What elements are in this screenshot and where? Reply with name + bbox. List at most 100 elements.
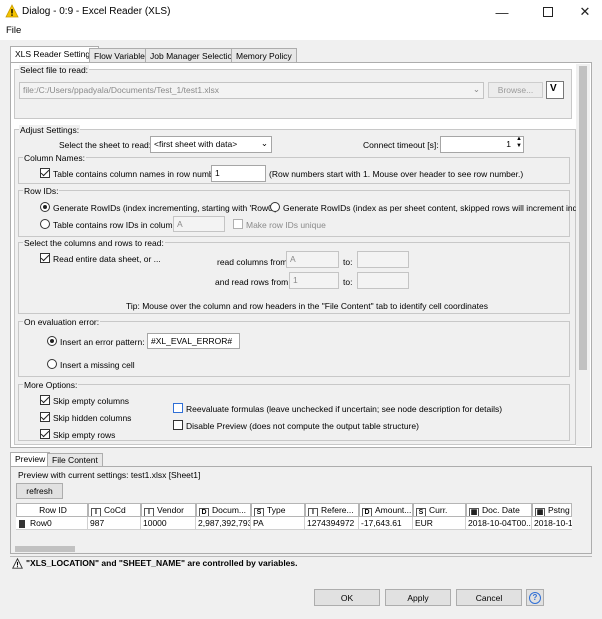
variable-icon: V bbox=[550, 83, 557, 94]
adjust-settings-label: Adjust Settings: bbox=[19, 125, 81, 135]
tab-preview[interactable]: Preview bbox=[10, 452, 51, 466]
integer-type-icon: I bbox=[144, 508, 154, 516]
tab-memory-policy[interactable]: Memory Policy bbox=[231, 48, 297, 63]
integer-type-icon: I bbox=[91, 508, 101, 516]
tab-xls-reader-settings[interactable]: XLS Reader Settings bbox=[10, 46, 100, 63]
tab-file-content[interactable]: File Content bbox=[47, 453, 103, 467]
skip-empty-rows-label: Skip empty rows bbox=[53, 430, 116, 440]
error-pattern-radio[interactable] bbox=[47, 336, 57, 346]
select-file-label: Select file to read: bbox=[19, 65, 90, 75]
menu-bar: File bbox=[0, 24, 602, 40]
file-path-combo[interactable]: file:/C:/Users/ppadyala/Documents/Test_1… bbox=[19, 82, 484, 99]
chevron-down-icon: ⌄ bbox=[472, 84, 480, 94]
column-header-rowid[interactable]: Row ID bbox=[16, 503, 88, 517]
scrollbar-thumb[interactable] bbox=[579, 66, 587, 370]
column-header-posting[interactable]: ▦ Pstng bbox=[532, 503, 572, 517]
column-header-document[interactable]: D Docum... bbox=[196, 503, 251, 517]
row-ids-label: Row IDs: bbox=[23, 186, 60, 196]
close-button[interactable]: ✕ bbox=[565, 0, 602, 24]
help-button[interactable]: ? bbox=[526, 589, 544, 606]
sheet-value: <first sheet with data> bbox=[154, 139, 238, 149]
row-ids-column-value: A bbox=[177, 219, 183, 229]
minimize-button[interactable]: — bbox=[482, 0, 522, 24]
error-pattern-label: Insert an error pattern: bbox=[60, 337, 145, 347]
maximize-button[interactable] bbox=[528, 0, 568, 24]
make-unique-checkbox[interactable] bbox=[233, 219, 243, 229]
refresh-button[interactable]: refresh bbox=[16, 483, 63, 499]
cell-currency: EUR bbox=[413, 517, 466, 530]
columns-from-input[interactable]: A bbox=[286, 251, 339, 268]
preview-horizontal-scrollbar[interactable] bbox=[14, 545, 586, 553]
column-names-checkbox[interactable] bbox=[40, 168, 50, 178]
timeout-label: Connect timeout [s]: bbox=[363, 140, 439, 150]
help-icon: ? bbox=[529, 591, 541, 604]
error-pattern-value: #XL_EVAL_ERROR# bbox=[151, 336, 233, 346]
file-path-value: file:/C:/Users/ppadyala/Documents/Test_1… bbox=[23, 85, 220, 95]
column-names-row-input[interactable]: 1 bbox=[211, 165, 266, 182]
missing-cell-radio[interactable] bbox=[47, 359, 57, 369]
read-columns-label: read columns from: bbox=[217, 257, 290, 267]
flow-variable-button[interactable]: V bbox=[546, 81, 564, 99]
timeout-value: 1 bbox=[506, 139, 511, 149]
skip-empty-columns-label: Skip empty columns bbox=[53, 396, 130, 406]
menu-file[interactable]: File bbox=[6, 25, 21, 36]
columns-to-label: to: bbox=[343, 257, 353, 267]
column-header-type[interactable]: S Type bbox=[251, 503, 305, 517]
more-options-label: More Options: bbox=[23, 380, 79, 390]
cell-document: 2,987,392,793 bbox=[198, 517, 251, 530]
column-header-cocd[interactable]: I CoCd bbox=[88, 503, 141, 517]
columns-to-input[interactable] bbox=[357, 251, 409, 268]
tab-job-manager-selection[interactable]: Job Manager Selection bbox=[145, 48, 242, 63]
skip-empty-rows-checkbox[interactable] bbox=[40, 429, 50, 439]
calendar-icon: ▦ bbox=[469, 508, 479, 516]
sheet-select[interactable]: <first sheet with data> ⌄ bbox=[150, 136, 272, 153]
string-type-icon: S bbox=[254, 508, 264, 516]
close-icon: ✕ bbox=[579, 4, 591, 19]
row-ids-column-input[interactable]: A bbox=[173, 216, 225, 232]
columns-from-value: A bbox=[290, 254, 296, 264]
disable-preview-label: Disable Preview (does not compute the ou… bbox=[186, 421, 419, 431]
settings-scrollbar[interactable] bbox=[576, 64, 590, 446]
maximize-icon bbox=[543, 7, 553, 17]
apply-button[interactable]: Apply bbox=[385, 589, 451, 606]
row-ids-sheet-index-radio[interactable] bbox=[270, 202, 280, 212]
spinner-arrows-icon[interactable]: ▲ ▼ bbox=[516, 137, 522, 150]
error-pattern-input[interactable]: #XL_EVAL_ERROR# bbox=[147, 333, 240, 349]
column-header-amount[interactable]: D Amount... bbox=[359, 503, 413, 517]
reevaluate-formulas-checkbox[interactable] bbox=[173, 403, 183, 413]
row-ids-column-radio[interactable] bbox=[40, 219, 50, 229]
rows-to-input[interactable] bbox=[357, 272, 409, 289]
cell-cocd: 987 bbox=[88, 517, 141, 530]
column-header-currency[interactable]: S Curr. bbox=[413, 503, 466, 517]
preview-vertical-scrollbar[interactable] bbox=[576, 503, 586, 545]
cell-doc-date: 2018-10-04T00... bbox=[468, 517, 532, 530]
double-type-icon: D bbox=[199, 508, 209, 516]
browse-button[interactable]: Browse... bbox=[488, 82, 543, 98]
skip-hidden-columns-checkbox[interactable] bbox=[40, 412, 50, 422]
title-bar: Dialog - 0:9 - Excel Reader (XLS) — ✕ bbox=[0, 0, 602, 24]
row-ids-generate-label: Generate RowIDs (index incrementing, sta… bbox=[53, 203, 278, 213]
warning-icon bbox=[5, 4, 19, 18]
scrollbar-thumb[interactable] bbox=[15, 546, 75, 552]
skip-empty-columns-checkbox[interactable] bbox=[40, 395, 50, 405]
column-header-reference[interactable]: I Refere... bbox=[305, 503, 359, 517]
rows-from-input[interactable]: 1 bbox=[289, 272, 339, 289]
column-names-row-value: 1 bbox=[215, 168, 220, 178]
status-message: "XLS_LOCATION" and "SHEET_NAME" are cont… bbox=[26, 558, 298, 568]
row-ids-generate-radio[interactable] bbox=[40, 202, 50, 212]
cancel-button[interactable]: Cancel bbox=[456, 589, 522, 606]
read-rows-label: and read rows from: bbox=[215, 277, 291, 287]
timeout-spinner[interactable]: 1 ▲ ▼ bbox=[440, 136, 524, 153]
cell-vendor: 10000 bbox=[141, 517, 196, 530]
make-unique-label: Make row IDs unique bbox=[246, 220, 326, 230]
row-marker-icon bbox=[19, 520, 25, 528]
cell-type: PA bbox=[251, 517, 305, 530]
column-header-doc-date[interactable]: ▦ Doc. Date bbox=[466, 503, 532, 517]
disable-preview-checkbox[interactable] bbox=[173, 420, 183, 430]
column-header-vendor[interactable]: I Vendor bbox=[141, 503, 196, 517]
read-entire-sheet-checkbox[interactable] bbox=[40, 253, 50, 263]
row-ids-column-label: Table contains row IDs in column: bbox=[53, 220, 180, 230]
sheet-label: Select the sheet to read: bbox=[59, 140, 152, 150]
ok-button[interactable]: OK bbox=[314, 589, 380, 606]
chevron-down-icon: ⌄ bbox=[260, 138, 268, 148]
